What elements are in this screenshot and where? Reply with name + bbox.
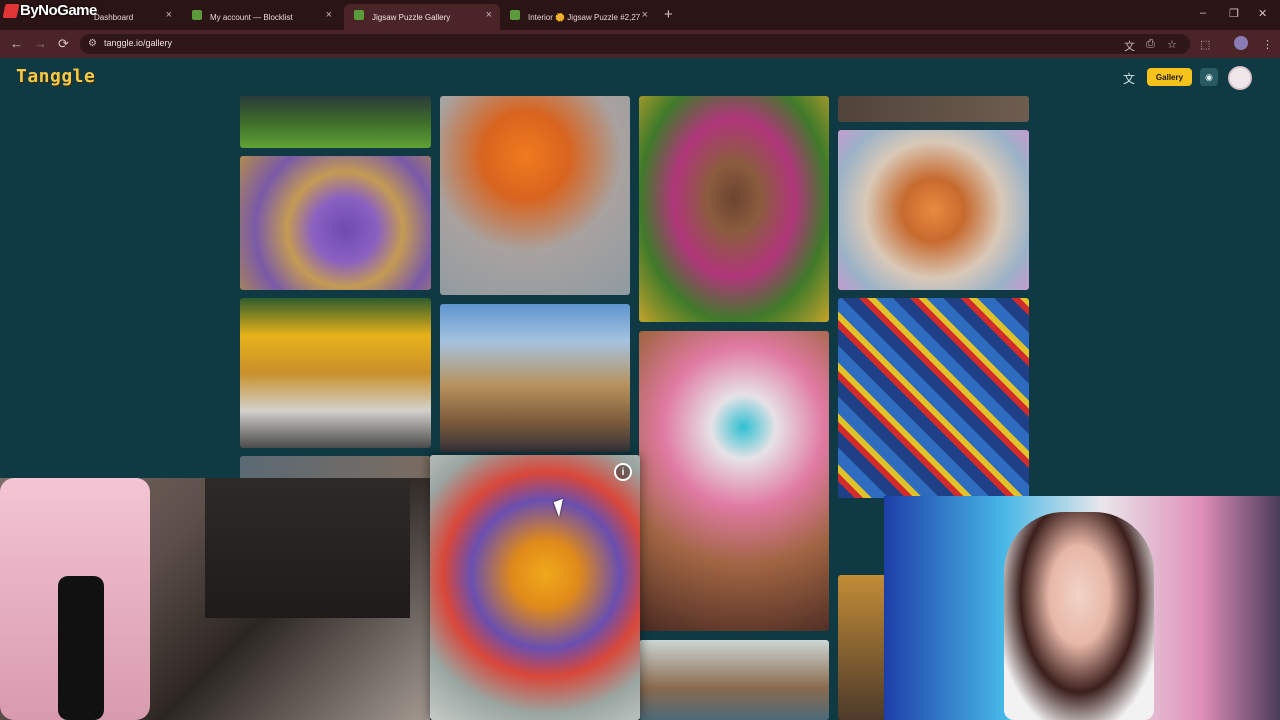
minimize-icon[interactable]: – [1200,7,1206,19]
browser-toolbar: ← → ⟳ ⚙ tanggle.io/gallery 文 ⎙ ☆ ⬚ ⋮ [0,30,1280,58]
puzzle-card-partial-bottom[interactable] [838,575,888,720]
address-bar[interactable]: ⚙ tanggle.io/gallery [80,34,1190,54]
tab-title: Interior 🌼 Jigsaw Puzzle #2,27 [528,12,641,22]
puzzle-card-abstract-woman[interactable] [639,331,829,631]
info-icon[interactable]: i [614,463,632,481]
puzzle-card-woman-headwrap[interactable] [639,96,829,322]
discord-icon[interactable]: ◉ [1200,68,1218,86]
forward-icon[interactable]: → [34,36,47,51]
puzzle-card-frames-wall[interactable] [838,298,1029,498]
puzzle-card-astronomical-clock[interactable] [240,156,431,290]
language-icon[interactable]: 文 [1123,70,1135,87]
install-app-icon[interactable]: ⎙ [1146,38,1155,51]
tab-strip: ByNoGame Dashboard × My account — Blockl… [0,0,1280,30]
reload-icon[interactable]: ⟳ [58,36,69,52]
puzzle-card-street-art-bench[interactable] [240,298,431,448]
puzzle-card-partial-top[interactable] [838,96,1029,122]
webcam-room-overlay [0,478,430,720]
tab-close-icon[interactable]: × [166,9,172,21]
puzzle-card-horses[interactable] [639,640,829,720]
site-header: Tanggle 文 Gallery ◉ [0,58,1280,96]
tab-interior-puzzle[interactable]: Interior 🌼 Jigsaw Puzzle #2,27 × [500,4,656,30]
site-info-icon[interactable]: ⚙ [88,38,97,49]
puzzle-card-green-garden[interactable] [240,96,431,148]
user-avatar[interactable] [1228,66,1252,90]
webcam-streamer-overlay [884,496,1280,720]
tab-title: My account — Blocklist [210,12,293,22]
tab-favicon-icon [192,10,202,20]
restore-icon[interactable]: ❐ [1229,7,1239,20]
bookmark-star-icon[interactable]: ☆ [1167,38,1177,51]
tab-my-account[interactable]: My account — Blocklist × [182,4,340,30]
tab-dashboard[interactable]: Dashboard × [66,4,180,30]
browser-menu-icon[interactable]: ⋮ [1262,38,1273,51]
site-logo[interactable]: Tanggle [16,66,95,87]
extensions-icon[interactable]: ⬚ [1200,38,1210,51]
microphone [58,576,104,720]
browser-profile-avatar[interactable] [1234,36,1248,50]
translate-page-icon[interactable]: 文 [1124,38,1135,54]
tab-jigsaw-gallery[interactable]: Jigsaw Puzzle Gallery × [344,4,500,30]
tab-favicon-icon [354,10,364,20]
puzzle-card-tiger[interactable] [838,130,1029,290]
new-tab-icon[interactable]: + [664,6,673,23]
bed [205,478,410,618]
tab-title: Dashboard [94,12,134,22]
gallery-button[interactable]: Gallery [1147,68,1192,86]
puzzle-card-sunflower-bouquet[interactable]: i [430,455,640,720]
brand-logo-icon [2,3,20,18]
url-text[interactable]: tanggle.io/gallery [104,38,172,48]
tab-favicon-icon [510,10,520,20]
tab-close-icon[interactable]: × [486,9,492,21]
tab-close-icon[interactable]: × [326,9,332,21]
puzzle-card-castle[interactable] [440,304,630,452]
puzzle-card-orange-flowers[interactable] [440,96,630,295]
tab-close-icon[interactable]: × [642,9,648,21]
back-icon[interactable]: ← [10,36,23,51]
close-window-icon[interactable]: ✕ [1258,7,1267,20]
browser-window: ByNoGame Dashboard × My account — Blockl… [0,0,1280,720]
tab-title: Jigsaw Puzzle Gallery [372,12,451,22]
streamer [1004,512,1154,720]
